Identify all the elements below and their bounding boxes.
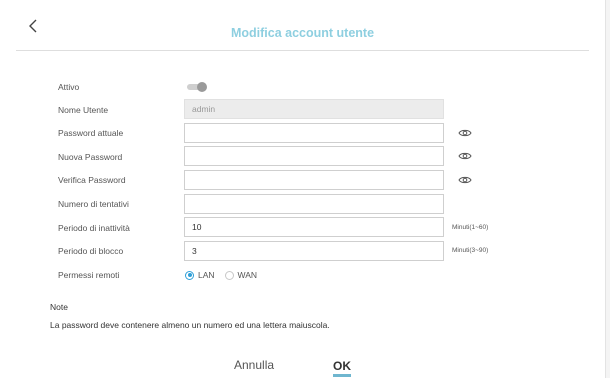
inactivity-unit: Minuti(1~60) [452,224,489,231]
lock-field[interactable]: 3 [184,241,444,261]
eye-icon[interactable] [458,151,472,161]
remote-label: Permessi remoti [58,270,120,280]
radio-wan-label: WAN [237,270,258,280]
page-title: Modifica account utente [230,26,375,40]
attempts-field[interactable] [184,194,444,214]
lock-unit: Minuti(3~90) [452,247,489,254]
verify-password-field[interactable] [184,170,444,190]
inactivity-field[interactable]: 10 [184,217,444,237]
radio-lan[interactable]: LAN [185,270,215,280]
toggle-knob [197,82,207,92]
remote-radio-group: LAN WAN [185,269,267,281]
edit-account-panel: Modifica account utente Attivo Nome Uten… [0,0,606,378]
inactivity-label: Periodo di inattività [58,223,130,233]
ok-button[interactable]: OK [333,358,351,377]
active-toggle[interactable] [187,82,207,92]
note-text: La password deve contenere almeno un num… [50,320,330,330]
radio-wan[interactable]: WAN [224,270,258,280]
verify-password-label: Verifica Password [58,175,126,185]
attempts-label: Numero di tentativi [58,199,129,209]
header-divider [16,50,589,51]
eye-icon[interactable] [458,175,472,185]
eye-icon[interactable] [458,128,472,138]
current-password-label: Password attuale [58,128,124,138]
active-label: Attivo [58,82,80,92]
note-title: Note [50,302,68,312]
username-label: Nome Utente [58,105,109,115]
radio-wan-dot [224,270,234,280]
username-field: admin [184,99,444,119]
radio-lan-label: LAN [198,270,215,280]
new-password-field[interactable] [184,146,444,166]
current-password-field[interactable] [184,123,444,143]
cancel-button[interactable]: Annulla [234,358,274,372]
lock-label: Periodo di blocco [58,246,124,256]
radio-lan-dot [185,270,194,280]
new-password-label: Nuova Password [58,152,123,162]
